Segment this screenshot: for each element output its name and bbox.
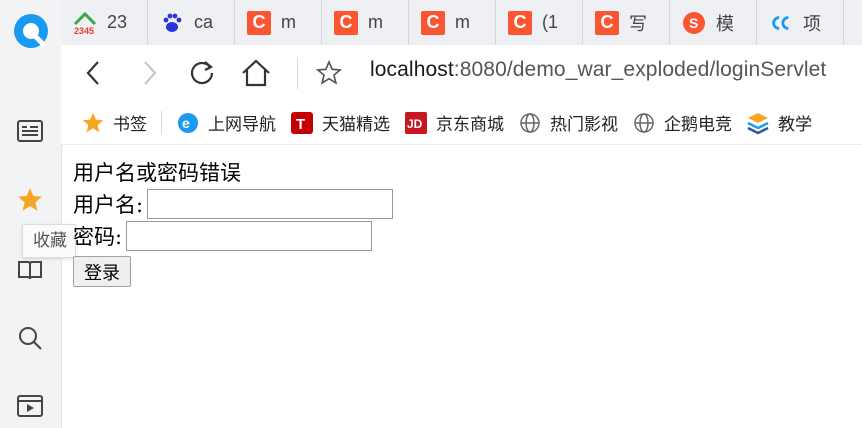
tab-title: m [281,12,296,32]
tab-sogou[interactable]: S 模 [670,0,757,45]
username-input[interactable] [147,189,394,219]
search-icon[interactable] [16,324,44,352]
tmall-icon: T [290,111,314,135]
tab-csdn-5[interactable]: C 写 [583,0,670,45]
side-rail [0,0,62,428]
home-icon[interactable] [240,57,272,89]
tab-csdn-2[interactable]: C m [322,0,409,45]
bookmark-item[interactable]: 热门影视 [518,101,618,144]
browser-logo-icon[interactable] [12,12,50,50]
csdn-c-icon: C [508,10,532,35]
tab-title: 模 [716,13,734,34]
reload-icon[interactable] [186,57,218,89]
username-row: 用户名: [73,188,394,220]
ie-e-icon: e [176,111,200,135]
tab-project[interactable]: 项 [757,0,844,45]
svg-text:JD: JD [407,117,423,131]
cc-icon [769,11,793,35]
tab-title: m [368,12,383,32]
csdn-c-icon: C [334,10,358,35]
address-toolbar: localhost:8080/demo_war_exploded/loginSe… [61,45,862,102]
bookmark-label: 企鹅电竞 [664,115,732,135]
bookmark-label: 书签 [113,115,147,135]
tab-title: m [455,12,470,32]
svg-text:T: T [296,116,305,133]
password-input[interactable] [126,221,373,251]
username-label: 用户名: [73,193,144,217]
bookmark-item[interactable]: e 上网导航 [176,101,276,144]
url-path: :8080/demo_war_exploded/loginServlet [453,58,827,81]
svg-text:2345: 2345 [74,26,94,35]
csdn-c-icon: C [595,10,619,35]
bookmark-label: 上网导航 [208,115,276,135]
svg-text:S: S [689,15,698,31]
toolbar-divider [297,57,298,89]
2345-icon: 2345 [73,11,97,35]
news-icon[interactable] [16,117,44,145]
back-icon[interactable] [78,57,110,89]
globe-icon [518,111,542,135]
login-button[interactable]: 登录 [73,256,131,287]
bookmark-item[interactable]: 教学 [746,101,812,144]
csdn-c-icon: C [247,10,271,35]
password-row: 密码: [73,220,393,252]
bookmark-star-icon[interactable] [313,57,345,89]
login-page: 用户名或密码错误 用户名: 密码: 登录 [73,158,394,287]
tab-title: ca [194,12,214,32]
bookmark-item[interactable]: 企鹅电竞 [632,101,732,144]
tab-csdn-4[interactable]: C (1 [496,0,583,45]
jd-icon: JD [404,111,428,135]
bookmark-label: 教学 [778,115,812,135]
tab-title: (1 [542,12,559,32]
favorites-star-icon[interactable] [16,186,44,214]
bookmark-label: 热门影视 [550,115,618,135]
address-input[interactable]: localhost:8080/demo_war_exploded/loginSe… [370,58,826,82]
bookmark-label: 京东商城 [436,115,504,135]
star-icon [81,111,105,135]
forward-icon[interactable] [133,57,165,89]
tab-2345[interactable]: 2345 23 [61,0,148,45]
bookmark-item[interactable]: 书签 [81,101,147,144]
bookmarks-bar: 书签 e 上网导航 T 天猫精选 JD 京东商城 热门影视 企鹅电竞 教学 [61,101,862,145]
bookmark-item[interactable]: T 天猫精选 [290,101,390,144]
tab-title: 写 [629,13,647,34]
bookmark-item[interactable]: JD 京东商城 [404,101,504,144]
baidu-paw-icon [160,11,184,35]
tab-title: 23 [107,12,128,32]
tab-baidu[interactable]: ca [148,0,235,45]
error-message: 用户名或密码错误 [73,161,241,185]
password-label: 密码: [73,225,123,249]
favorites-tooltip: 收藏 [22,224,76,258]
layers-icon [746,111,770,135]
tab-csdn-3[interactable]: C m [409,0,496,45]
bookmarks-divider [161,110,162,135]
csdn-c-icon: C [421,10,445,35]
bookmark-label: 天猫精选 [322,115,390,135]
globe-icon [632,111,656,135]
tab-csdn-1[interactable]: C m [235,0,322,45]
url-host: localhost [370,58,454,81]
svg-text:e: e [182,115,190,131]
reader-book-icon[interactable] [16,256,44,284]
tab-strip: 2345 23 ca C m C m C m C (1 C 写 S 模 项 [61,0,862,46]
sogou-s-icon: S [682,11,706,35]
tab-title: 项 [803,13,821,34]
video-icon[interactable] [16,392,44,420]
